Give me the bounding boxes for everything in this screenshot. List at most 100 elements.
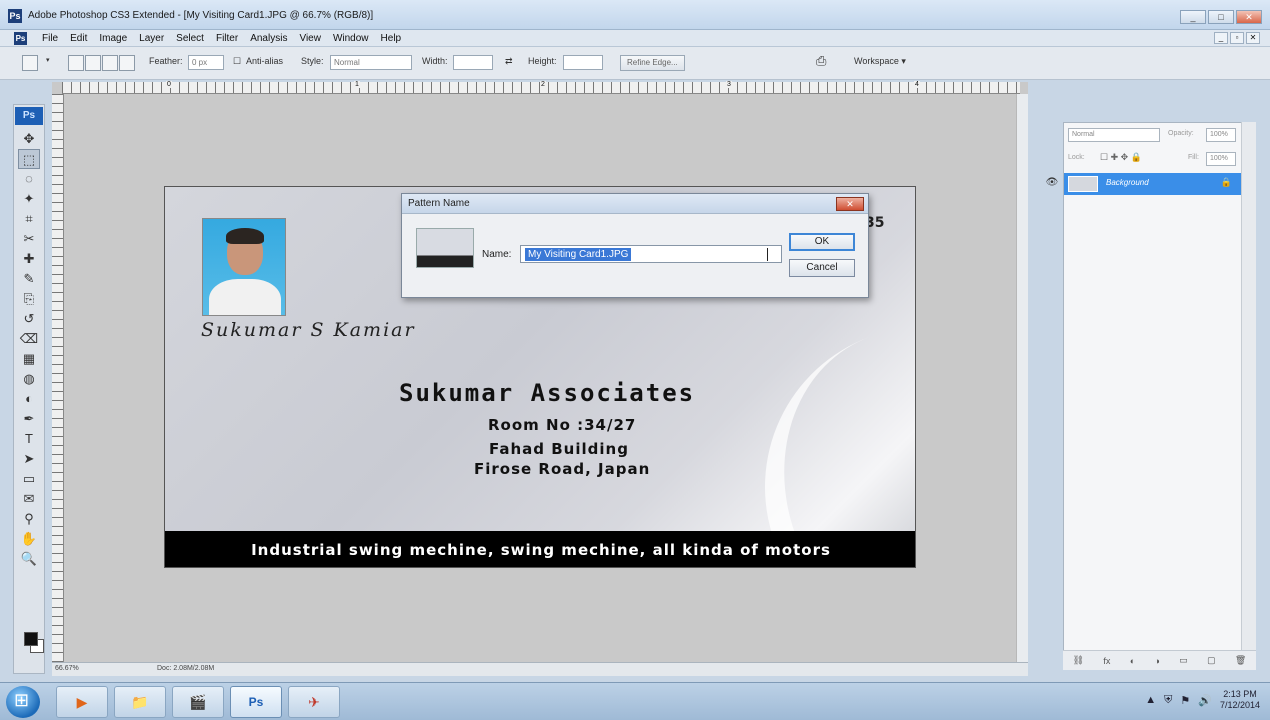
dodge-tool-icon[interactable]: ◐ <box>18 389 40 409</box>
canvas-scrollbar[interactable] <box>1016 94 1028 662</box>
history-brush-tool-icon[interactable]: ↺ <box>18 309 40 329</box>
menu-edit[interactable]: Edit <box>64 32 93 45</box>
menu-help[interactable]: Help <box>375 32 408 45</box>
palette-well-icon[interactable]: ⎙ <box>816 53 826 69</box>
delete-layer-icon[interactable]: 🗑 <box>1235 655 1246 666</box>
new-layer-icon[interactable]: ▢ <box>1207 655 1216 666</box>
menu-image[interactable]: Image <box>93 32 133 45</box>
maximize-button[interactable]: □ <box>1208 10 1234 24</box>
clone-stamp-tool-icon[interactable]: ⎘ <box>18 289 40 309</box>
menu-filter[interactable]: Filter <box>210 32 244 45</box>
workspace-button[interactable]: Workspace ▾ <box>854 56 906 67</box>
feather-input[interactable]: 0 px <box>188 55 224 70</box>
new-group-icon[interactable]: ▭ <box>1179 655 1188 666</box>
link-layers-icon[interactable]: ⛓ <box>1073 655 1084 666</box>
ruler-number: 1 <box>354 81 360 88</box>
zoom-tool-icon[interactable]: 🔍 <box>18 549 40 569</box>
media-player-task[interactable]: ▶ <box>56 686 108 718</box>
add-selection-icon[interactable] <box>85 55 101 71</box>
explorer-task[interactable]: 📁 <box>114 686 166 718</box>
menu-window[interactable]: Window <box>327 32 375 45</box>
video-editor-task[interactable]: 🎬 <box>172 686 224 718</box>
minimize-button[interactable]: _ <box>1180 10 1206 24</box>
shape-tool-icon[interactable]: ▭ <box>18 469 40 489</box>
adjustment-layer-icon[interactable]: ◑ <box>1154 656 1159 666</box>
doc-size-info: Doc: 2.08M/2.08M <box>157 665 215 672</box>
fill-label: Fill: <box>1188 154 1199 161</box>
app-task[interactable]: ✈ <box>288 686 340 718</box>
vertical-ruler <box>52 94 64 662</box>
menu-file[interactable]: File <box>36 32 64 45</box>
intersect-selection-icon[interactable] <box>119 55 135 71</box>
foreground-color-swatch[interactable] <box>24 632 38 646</box>
width-input[interactable] <box>453 55 493 70</box>
opacity-input[interactable]: 100% <box>1206 128 1236 142</box>
ok-button[interactable]: OK <box>789 233 855 251</box>
subtract-selection-icon[interactable] <box>102 55 118 71</box>
crop-tool-icon[interactable]: ⌗ <box>18 209 40 229</box>
show-hidden-icons-icon[interactable]: ▲ <box>1145 694 1156 706</box>
hand-tool-icon[interactable]: ✋ <box>18 529 40 549</box>
eraser-tool-icon[interactable]: ⌫ <box>18 329 40 349</box>
slice-tool-icon[interactable]: ✂ <box>18 229 40 249</box>
layers-panel: Normal Opacity: 100% Lock: ☐ ✚ ✥ 🔒 Fill:… <box>1046 122 1256 670</box>
dialog-close-button[interactable]: ✕ <box>836 197 864 211</box>
close-button[interactable]: ✕ <box>1236 10 1262 24</box>
pattern-name-input[interactable]: My Visiting Card1.JPG <box>520 245 782 263</box>
layer-row-background[interactable]: 👁 Background 🔒 <box>1046 173 1242 195</box>
photoshop-task[interactable]: Ps <box>230 686 282 718</box>
magic-wand-tool-icon[interactable]: ✦ <box>18 189 40 209</box>
eyedropper-tool-icon[interactable]: ⚲ <box>18 509 40 529</box>
visibility-eye-icon[interactable]: 👁 <box>1044 177 1060 191</box>
zoom-level[interactable]: 66.67% <box>55 665 79 672</box>
healing-tool-icon[interactable]: ✚ <box>18 249 40 269</box>
card-company: Sukumar Associates <box>399 379 696 407</box>
width-label: Width: <box>422 56 448 66</box>
layer-lock-icon: 🔒 <box>1220 177 1232 187</box>
lasso-tool-icon[interactable]: ◌ <box>18 169 40 189</box>
doc-restore-button[interactable]: ▫ <box>1230 32 1244 44</box>
menu-view[interactable]: View <box>293 32 327 45</box>
doc-close-button[interactable]: ✕ <box>1246 32 1260 44</box>
photoshop-app-icon: Ps <box>8 9 22 23</box>
blend-mode-select[interactable]: Normal <box>1068 128 1160 142</box>
gradient-tool-icon[interactable]: ▦ <box>18 349 40 369</box>
marquee-tool-icon[interactable]: ⬚ <box>18 149 40 169</box>
path-select-tool-icon[interactable]: ➤ <box>18 449 40 469</box>
chevron-down-icon[interactable]: ▾ <box>46 56 50 64</box>
menu-analysis[interactable]: Analysis <box>244 32 293 45</box>
action-center-flag-icon[interactable]: ⚑ <box>1180 694 1190 707</box>
layer-thumbnail <box>1068 176 1098 192</box>
start-button[interactable] <box>6 686 40 718</box>
layers-scrollbar[interactable] <box>1241 122 1256 670</box>
height-input[interactable] <box>563 55 603 70</box>
style-select[interactable]: Normal <box>330 55 412 70</box>
security-icon[interactable]: ⛨ <box>1164 694 1172 707</box>
marquee-preset-icon[interactable] <box>22 55 38 71</box>
doc-minimize-button[interactable]: _ <box>1214 32 1228 44</box>
menu-layer[interactable]: Layer <box>133 32 170 45</box>
layer-mask-icon[interactable]: ◐ <box>1130 656 1135 666</box>
blur-tool-icon[interactable]: ◍ <box>18 369 40 389</box>
new-selection-icon[interactable] <box>68 55 84 71</box>
fill-input[interactable]: 100% <box>1206 152 1236 166</box>
brush-tool-icon[interactable]: ✎ <box>18 269 40 289</box>
cancel-button[interactable]: Cancel <box>789 259 855 277</box>
layer-style-icon[interactable]: fx <box>1103 656 1110 666</box>
lock-icon[interactable]: ☐ ✚ ✥ 🔒 <box>1100 152 1142 163</box>
refine-edge-button[interactable]: Refine Edge... <box>620 55 685 71</box>
pen-tool-icon[interactable]: ✒ <box>18 409 40 429</box>
type-tool-icon[interactable]: T <box>18 429 40 449</box>
swap-icon[interactable]: ⇄ <box>505 56 513 67</box>
ps-menu-icon[interactable]: Ps <box>14 32 27 45</box>
move-tool-icon[interactable]: ✥ <box>18 129 40 149</box>
ps-toolbox-logo: Ps <box>15 107 43 125</box>
opacity-label: Opacity: <box>1168 130 1194 137</box>
menu-select[interactable]: Select <box>170 32 210 45</box>
volume-icon[interactable]: 🔊 <box>1198 694 1212 707</box>
notes-tool-icon[interactable]: ✉ <box>18 489 40 509</box>
clock-date: 7/12/2014 <box>1219 700 1260 710</box>
antialias-checkbox[interactable]: ☐ <box>233 56 241 67</box>
taskbar-clock[interactable]: 2:13 PM 7/12/2014 <box>1220 689 1260 711</box>
antialias-label: Anti-alias <box>246 56 284 66</box>
